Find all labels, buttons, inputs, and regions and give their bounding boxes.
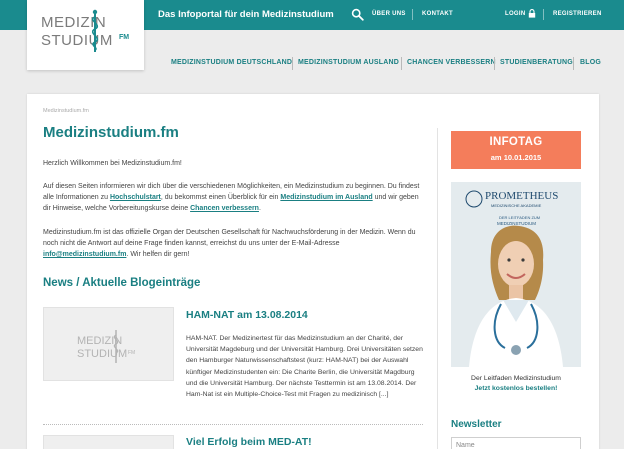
prometheus-promo-image[interactable]: PROMETHEUS MEDIZINISCHE AKADEMIE DER LEI… — [451, 182, 581, 367]
mainnav-blog[interactable]: BLOG — [580, 59, 601, 66]
site-tagline: Das Infoportal für dein Medizinstudium — [158, 9, 334, 20]
mainnav-divider — [292, 57, 293, 70]
logo-suffix: FM — [119, 34, 130, 41]
post-divider — [43, 424, 423, 425]
lock-icon — [528, 9, 536, 18]
svg-text:STUDIUM: STUDIUM — [77, 348, 127, 360]
site-logo[interactable]: MEDIZIN STUDIUM FM — [27, 0, 144, 70]
column-divider — [437, 128, 438, 449]
infotag-banner[interactable]: INFOTAG am 10.01.2015 — [451, 131, 581, 169]
mainnav-divider — [573, 57, 574, 70]
infotag-title: INFOTAG — [489, 136, 543, 148]
intro-text: . — [258, 205, 261, 213]
search-icon[interactable] — [351, 8, 364, 21]
promo-guide-1: DER LEITFADEN ZUM — [499, 215, 540, 220]
svg-text:FM: FM — [128, 350, 135, 356]
order-link[interactable]: Jetzt kostenlos bestellen! — [451, 385, 581, 392]
page-title: Medizinstudium.fm — [43, 124, 179, 141]
newsletter-name-input[interactable] — [451, 437, 581, 449]
post-title[interactable]: Viel Erfolg beim MED-AT! — [186, 436, 312, 448]
promo-caption: Der Leitfaden Medizinstudium — [471, 375, 561, 382]
welcome-text: Herzlich Willkommen bei Medizinstudium.f… — [43, 160, 182, 167]
mainnav-medizinstudium-ausland[interactable]: MEDIZINSTUDIUM AUSLAND — [298, 59, 399, 66]
intro-paragraph: Auf diesen Seiten informieren wir dich ü… — [43, 181, 423, 215]
post-title[interactable]: HAM-NAT am 13.08.2014 — [186, 309, 308, 321]
nav-divider — [412, 9, 413, 20]
infotag-date: am 10.01.2015 — [490, 153, 542, 162]
about-text: . Wir helfen dir gern! — [126, 251, 190, 259]
logo-placeholder-icon: MEDIZIN STUDIUM FM — [77, 330, 135, 363]
post-excerpt: HAM-NAT. Der Medizinertest für das Mediz… — [186, 335, 423, 399]
link-chancen-verbessern[interactable]: Chancen verbessern — [190, 205, 259, 212]
post-thumbnail[interactable] — [43, 435, 174, 449]
post-thumbnail[interactable]: MEDIZIN STUDIUM FM — [43, 307, 174, 381]
mainnav-divider — [401, 57, 402, 70]
about-paragraph: Medizinstudium.fm ist das offizielle Org… — [43, 227, 423, 261]
newsletter-title: Newsletter — [451, 419, 502, 430]
caduceus-icon — [91, 9, 99, 52]
doctor-illustration-icon: PROMETHEUS MEDIZINISCHE AKADEMIE DER LEI… — [451, 182, 581, 367]
nav-contact[interactable]: KONTAKT — [422, 11, 453, 17]
breadcrumb[interactable]: Medizinstudium.fm — [43, 108, 89, 114]
nav-divider — [543, 9, 544, 20]
intro-text: , du bekommst einen Überblick für ein — [160, 194, 281, 202]
mainnav-medizinstudium-deutschland[interactable]: MEDIZINSTUDIUM DEUTSCHLAND — [171, 59, 292, 66]
promo-brand-sub: MEDIZINISCHE AKADEMIE — [491, 203, 542, 208]
mainnav-chancen-verbessern[interactable]: CHANCEN VERBESSERN — [407, 59, 496, 66]
mainnav-studienberatung[interactable]: STUDIENBERATUNG — [500, 59, 573, 66]
news-section-title: News / Aktuelle Blogeinträge — [43, 277, 201, 289]
mainnav-divider — [494, 57, 495, 70]
promo-brand: PROMETHEUS — [485, 190, 558, 202]
link-medizinstudium-ausland[interactable]: Medizinstudium im Ausland — [280, 194, 372, 201]
promo-guide-2: MEDIZINSTUDIUM — [497, 221, 536, 226]
email-link[interactable]: info@medizinstudium.fm — [43, 251, 126, 258]
about-text: Medizinstudium.fm ist das offizielle Org… — [43, 229, 416, 248]
nav-about[interactable]: ÜBER UNS — [372, 11, 406, 17]
nav-register[interactable]: REGISTRIEREN — [553, 11, 602, 17]
link-hochschulstart[interactable]: Hochschulstart — [110, 194, 161, 201]
nav-login[interactable]: LOGIN — [505, 11, 526, 17]
